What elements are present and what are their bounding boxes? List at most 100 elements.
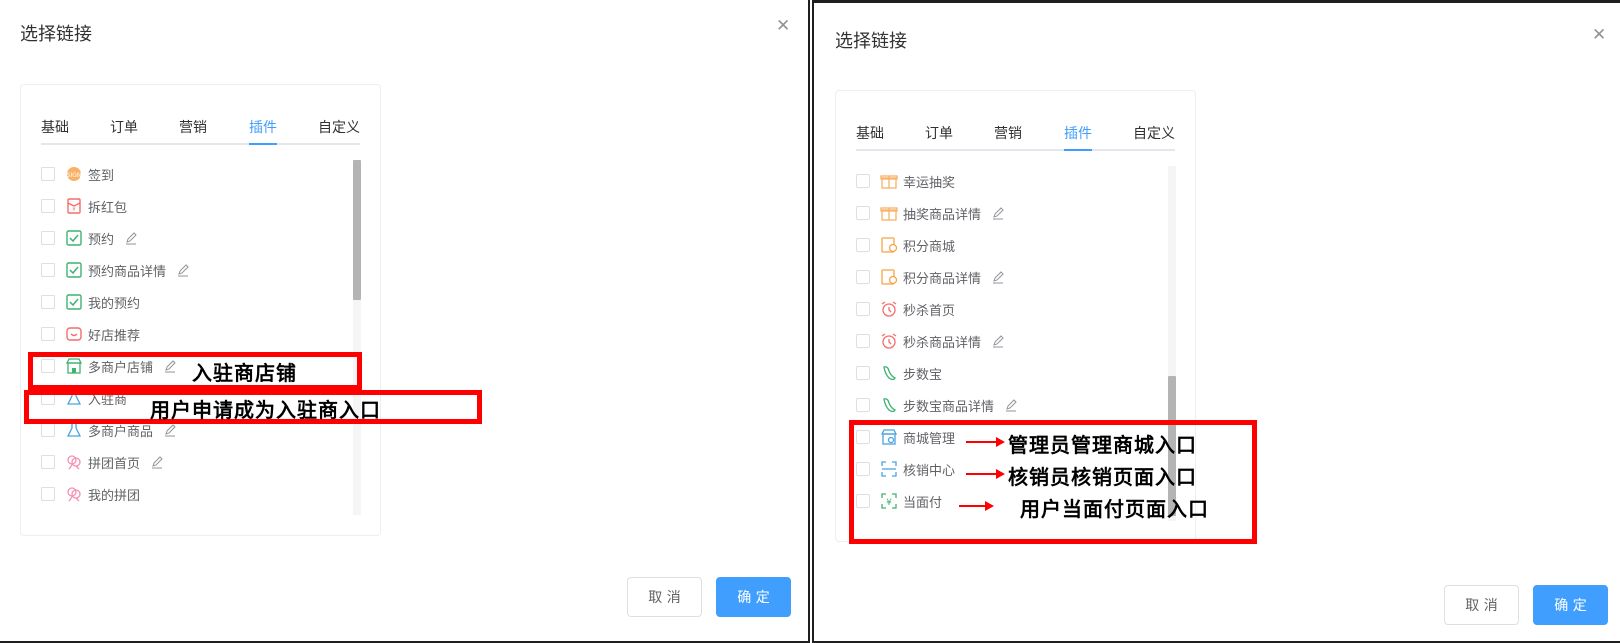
arrow-icon — [959, 499, 995, 513]
annotation-text: 入驻商店铺 — [192, 361, 297, 385]
item-checkbox[interactable] — [41, 455, 55, 469]
merchant-icon — [65, 421, 83, 439]
list-item[interactable]: 抽奖商品详情 — [856, 202, 1005, 224]
edit-icon[interactable] — [1004, 398, 1018, 412]
tab-bar: 基础 订单 营销 插件 自定义 — [856, 111, 1175, 151]
item-checkbox[interactable] — [41, 231, 55, 245]
list-item[interactable]: 拼团首页 — [41, 451, 164, 473]
list-item[interactable]: 核销中心 — [856, 458, 955, 480]
list-item[interactable]: 步数宝 — [856, 362, 942, 384]
item-label: 入驻商 — [88, 392, 128, 408]
item-checkbox[interactable] — [856, 174, 870, 188]
item-label: 预约商品详情 — [88, 264, 167, 280]
edit-icon[interactable] — [163, 423, 177, 437]
list-item[interactable]: 步数宝商品详情 — [856, 394, 1018, 416]
list-item[interactable]: 预约商品详情 — [41, 259, 190, 281]
edit-icon[interactable] — [150, 455, 164, 469]
edit-icon[interactable] — [991, 206, 1005, 220]
tab-marketing[interactable]: 营销 — [994, 123, 1022, 143]
item-label: 多商户店铺 — [88, 360, 154, 376]
list-item[interactable]: 预约 — [41, 227, 138, 249]
list-item[interactable]: 秒杀首页 — [856, 298, 955, 320]
item-checkbox[interactable] — [41, 295, 55, 309]
item-checkbox[interactable] — [41, 199, 55, 213]
item-label: 我的拼团 — [88, 488, 141, 504]
list-item[interactable]: 好店推荐 — [41, 323, 140, 345]
item-checkbox[interactable] — [41, 263, 55, 277]
item-label: 商城管理 — [903, 431, 956, 447]
scrollbar-thumb[interactable] — [353, 160, 361, 300]
item-label: 秒杀商品详情 — [903, 335, 982, 351]
reserve-icon — [65, 293, 83, 311]
list-item[interactable]: 幸运抽奖 — [856, 170, 955, 192]
confirm-button[interactable]: 确 定 — [1533, 585, 1608, 625]
list-item[interactable]: 入驻商 — [41, 387, 127, 409]
item-label: 预约 — [88, 232, 115, 248]
item-checkbox[interactable] — [856, 462, 870, 476]
list-item[interactable]: SIGN 签到 — [41, 163, 114, 185]
item-checkbox[interactable] — [856, 270, 870, 284]
tab-basic[interactable]: 基础 — [41, 117, 69, 137]
reserve-icon — [65, 261, 83, 279]
cancel-button[interactable]: 取 消 — [627, 577, 702, 617]
item-checkbox[interactable] — [856, 398, 870, 412]
tab-order[interactable]: 订单 — [110, 117, 138, 137]
item-checkbox[interactable] — [856, 302, 870, 316]
group-buy-icon — [65, 485, 83, 503]
confirm-button[interactable]: 确 定 — [716, 577, 791, 617]
tab-plugin[interactable]: 插件 — [1064, 123, 1092, 143]
item-checkbox[interactable] — [41, 167, 55, 181]
face-pay-icon: ¥ — [880, 492, 898, 510]
reserve-icon — [65, 229, 83, 247]
item-checkbox[interactable] — [856, 206, 870, 220]
sign-in-icon: SIGN — [65, 165, 83, 183]
item-label: 积分商城 — [903, 239, 956, 255]
item-checkbox[interactable] — [41, 487, 55, 501]
tab-custom[interactable]: 自定义 — [318, 117, 360, 137]
svg-text:SIGN: SIGN — [67, 172, 82, 179]
active-tab-indicator — [249, 143, 277, 145]
list-item[interactable]: 商城管理 — [856, 426, 955, 448]
tab-basic[interactable]: 基础 — [856, 123, 884, 143]
list-item[interactable]: 我的拼团 — [41, 483, 140, 505]
edit-icon[interactable] — [991, 334, 1005, 348]
cancel-button[interactable]: 取 消 — [1444, 585, 1519, 625]
item-checkbox[interactable] — [856, 334, 870, 348]
edit-icon[interactable] — [991, 270, 1005, 284]
item-checkbox[interactable] — [41, 359, 55, 373]
arrow-icon — [966, 435, 1006, 449]
item-checkbox[interactable] — [856, 238, 870, 252]
list-item[interactable]: 积分商品详情 — [856, 266, 1005, 288]
alarm-clock-icon — [880, 300, 898, 318]
list-item[interactable]: ¥ 当面付 — [856, 490, 942, 512]
shop-recommend-icon — [65, 325, 83, 343]
item-checkbox[interactable] — [41, 391, 55, 405]
close-icon[interactable]: ✕ — [776, 18, 790, 35]
item-checkbox[interactable] — [41, 423, 55, 437]
item-label: 多商户商品 — [88, 424, 154, 440]
list-item[interactable]: 秒杀商品详情 — [856, 330, 1005, 352]
edit-icon[interactable] — [163, 359, 177, 373]
item-checkbox[interactable] — [856, 494, 870, 508]
footprint-icon — [880, 364, 898, 382]
scrollbar[interactable] — [353, 160, 361, 515]
list-item[interactable]: 多商户店铺 — [41, 355, 177, 377]
link-panel: 基础 订单 营销 插件 自定义 SIGN 签到 ¥ 拆红包 预约 预约商品详情 … — [20, 84, 381, 536]
edit-icon[interactable] — [124, 231, 138, 245]
tab-custom[interactable]: 自定义 — [1133, 123, 1175, 143]
close-icon[interactable]: ✕ — [1592, 27, 1606, 44]
annotation-text: 用户申请成为入驻商入口 — [150, 398, 381, 422]
item-checkbox[interactable] — [41, 327, 55, 341]
annotation-text: 核销员核销页面入口 — [1008, 465, 1197, 489]
item-checkbox[interactable] — [856, 366, 870, 380]
list-item[interactable]: 我的预约 — [41, 291, 140, 313]
tab-order[interactable]: 订单 — [925, 123, 953, 143]
points-mall-icon — [880, 268, 898, 286]
item-checkbox[interactable] — [856, 430, 870, 444]
list-item[interactable]: ¥ 拆红包 — [41, 195, 127, 217]
arrow-icon — [966, 467, 1006, 481]
edit-icon[interactable] — [176, 263, 190, 277]
list-item[interactable]: 积分商城 — [856, 234, 955, 256]
tab-plugin[interactable]: 插件 — [249, 117, 277, 137]
tab-marketing[interactable]: 营销 — [179, 117, 207, 137]
